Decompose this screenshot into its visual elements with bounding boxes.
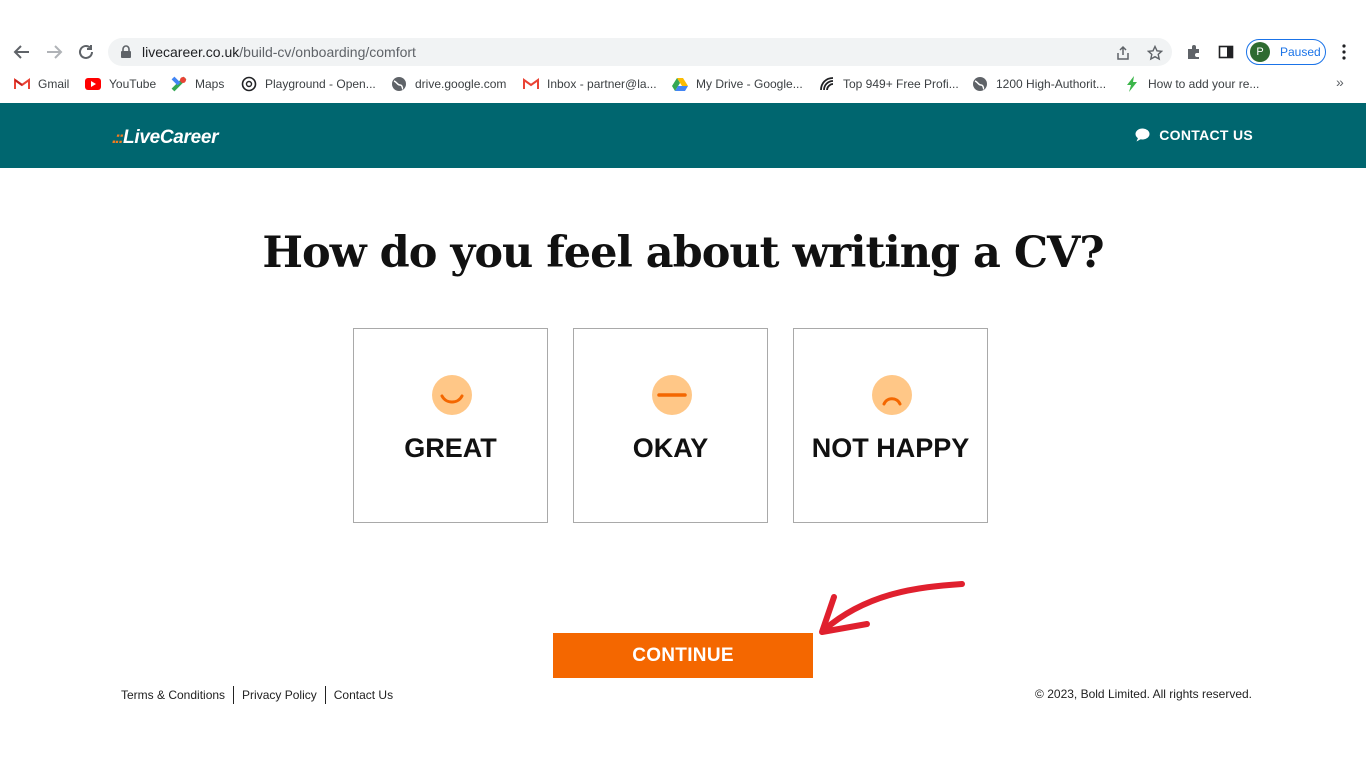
site-header: .:: LiveCareer CONTACT US xyxy=(0,103,1366,168)
sad-face-icon xyxy=(872,375,912,415)
bookmarks-overflow-button[interactable]: » xyxy=(1336,74,1344,90)
back-arrow-icon[interactable] xyxy=(10,40,34,64)
footer-links: Terms & Conditions Privacy Policy Contac… xyxy=(121,686,393,704)
bolt-icon xyxy=(1124,76,1140,92)
forward-arrow-icon[interactable] xyxy=(42,40,66,64)
globe-icon xyxy=(391,76,407,92)
terms-link[interactable]: Terms & Conditions xyxy=(121,688,225,702)
extensions-puzzle-icon[interactable] xyxy=(1184,42,1204,62)
gmail-icon xyxy=(523,76,539,92)
lock-icon xyxy=(120,45,132,64)
option-not-happy[interactable]: NOT HAPPY xyxy=(793,328,988,523)
neutral-face-icon xyxy=(652,375,692,415)
page-title: How do you feel about writing a CV? xyxy=(262,228,1104,278)
openai-icon xyxy=(241,76,257,92)
bookmark-how-to-add[interactable]: How to add your re... xyxy=(1124,76,1259,92)
bookmark-playground[interactable]: Playground - Open... xyxy=(241,76,376,92)
google-drive-icon xyxy=(672,76,688,92)
share-icon[interactable] xyxy=(1114,44,1132,62)
option-label: OKAY xyxy=(632,433,709,463)
bookmark-gmail[interactable]: Gmail xyxy=(14,76,69,92)
privacy-link[interactable]: Privacy Policy xyxy=(242,688,317,702)
star-bookmark-icon[interactable] xyxy=(1146,44,1164,62)
avatar: P xyxy=(1250,42,1270,62)
youtube-icon xyxy=(85,76,101,92)
bookmark-inbox[interactable]: Inbox - partner@la... xyxy=(523,76,657,92)
kebab-menu-icon[interactable] xyxy=(1334,42,1354,62)
livecareer-logo[interactable]: .:: LiveCareer xyxy=(112,127,219,149)
bookmark-drive[interactable]: drive.google.com xyxy=(391,76,506,92)
profile-button[interactable]: P Paused xyxy=(1246,39,1326,65)
side-panel-icon[interactable] xyxy=(1216,42,1236,62)
address-bar[interactable]: livecareer.co.uk/build-cv/onboarding/com… xyxy=(108,38,1172,66)
smile-face-icon xyxy=(432,375,472,415)
maps-icon xyxy=(171,76,187,92)
globe-icon xyxy=(972,76,988,92)
bookmark-my-drive[interactable]: My Drive - Google... xyxy=(672,76,803,92)
annotation-arrow-icon xyxy=(819,581,965,635)
bookmark-1200-high[interactable]: 1200 High-Authorit... xyxy=(972,76,1106,92)
divider xyxy=(324,686,326,704)
contact-us-link[interactable]: CONTACT US xyxy=(1135,127,1253,143)
copyright-text: © 2023, Bold Limited. All rights reserve… xyxy=(1035,687,1252,701)
option-great[interactable]: GREAT xyxy=(353,328,548,523)
reload-icon[interactable] xyxy=(74,40,98,64)
logo-dots-icon: .:: xyxy=(112,128,124,147)
url-text: livecareer.co.uk/build-cv/onboarding/com… xyxy=(142,44,416,60)
chat-bubble-icon xyxy=(1135,128,1150,142)
bookmark-youtube[interactable]: YouTube xyxy=(85,76,156,92)
gmail-icon xyxy=(14,76,30,92)
option-label: GREAT xyxy=(404,433,497,463)
contact-link[interactable]: Contact Us xyxy=(334,688,393,702)
continue-button[interactable]: CONTINUE xyxy=(553,633,813,678)
bookmarks-bar: Gmail YouTube Maps Playground - Open... … xyxy=(0,72,1366,96)
divider xyxy=(233,686,235,704)
profile-status: Paused xyxy=(1280,45,1321,59)
option-okay[interactable]: OKAY xyxy=(573,328,768,523)
option-label: NOT HAPPY xyxy=(811,433,970,463)
bookmark-maps[interactable]: Maps xyxy=(171,76,224,92)
bookmark-top-949[interactable]: Top 949+ Free Profi... xyxy=(819,76,959,92)
profile-icon xyxy=(819,76,835,92)
browser-toolbar: livecareer.co.uk/build-cv/onboarding/com… xyxy=(0,0,1366,68)
